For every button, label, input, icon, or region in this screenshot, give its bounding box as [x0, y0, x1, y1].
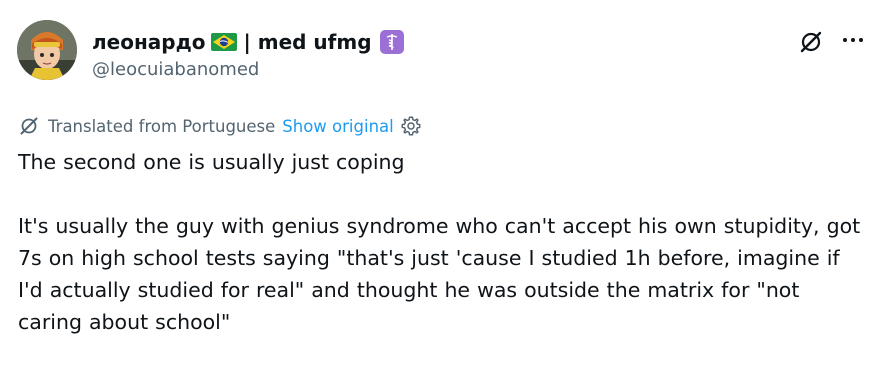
brazil-flag-icon	[211, 33, 238, 51]
grok-button[interactable]	[797, 28, 825, 56]
caduceus-icon	[379, 30, 404, 54]
avatar-image	[17, 20, 77, 80]
avatar[interactable]	[17, 20, 77, 80]
translation-bar: Translated from Portuguese Show original	[18, 113, 422, 139]
grok-icon	[20, 117, 38, 135]
show-original-link[interactable]: Show original	[282, 117, 393, 136]
author-display-name[interactable]: леонардо	[92, 30, 205, 54]
translation-note: Translated from Portuguese	[48, 116, 276, 136]
author-affiliation: | med ufmg	[243, 30, 372, 54]
more-icon	[843, 38, 847, 42]
more-button[interactable]	[838, 28, 868, 52]
grok-icon	[800, 31, 822, 53]
gear-icon[interactable]	[400, 115, 422, 137]
tweet-text: The second one is usually just coping It…	[18, 150, 861, 334]
author-name-row[interactable]: леонардо | med ufmg	[92, 27, 404, 57]
author-handle[interactable]: @leocuiabanomed	[92, 59, 259, 80]
